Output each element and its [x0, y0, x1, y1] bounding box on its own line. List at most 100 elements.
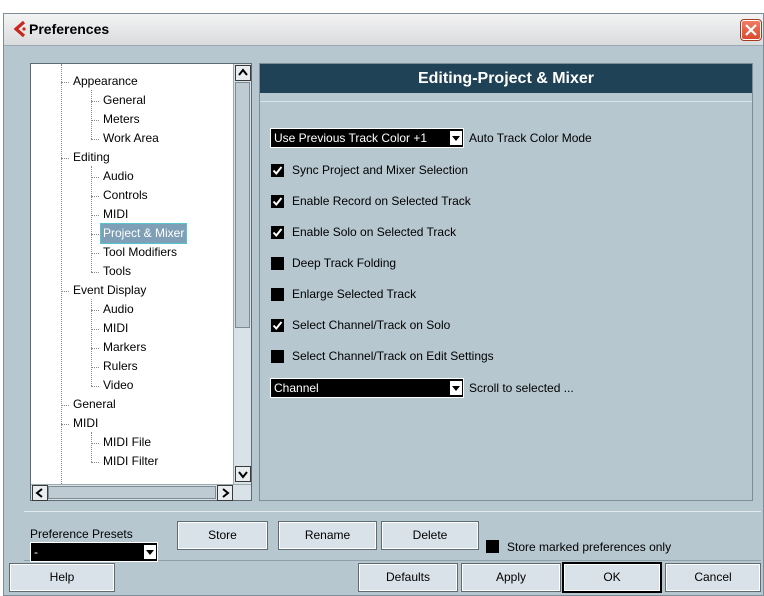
checkmark-icon — [272, 166, 283, 176]
tree-connector — [91, 139, 99, 140]
tree-item[interactable]: MIDI — [101, 319, 130, 338]
tree-item-label: Controls — [103, 188, 148, 202]
tree-connector — [91, 462, 99, 463]
scroll-right-button[interactable] — [217, 485, 233, 501]
ok-button[interactable]: OK — [562, 562, 662, 593]
tree-item-label: MIDI — [73, 416, 99, 430]
checkmark-icon — [272, 197, 283, 207]
tree-item[interactable]: MIDI Filter — [101, 452, 160, 471]
tree-connector — [91, 443, 99, 444]
preference-presets-label: Preference Presets — [30, 527, 133, 541]
checkbox-unchecked-icon — [271, 350, 284, 363]
preference-presets-select[interactable]: - — [30, 542, 158, 562]
tree-connector — [61, 424, 69, 425]
preferences-window: Preferences Appearance General Meters Work … — [3, 13, 764, 596]
tree-item[interactable]: General — [71, 395, 118, 414]
panel-body: Use Previous Track Color +1 Auto Track C… — [260, 101, 752, 500]
tree-connector — [91, 348, 99, 349]
tree-item-label: General — [73, 397, 116, 411]
tree-item-label: Tools — [103, 264, 132, 278]
tree-guide — [91, 432, 92, 462]
track-color-mode-value: Use Previous Track Color +1 — [274, 131, 428, 145]
checkmark-icon — [272, 228, 283, 238]
vertical-scroll-thumb[interactable] — [235, 82, 250, 328]
chevron-down-icon — [450, 381, 462, 395]
option-label: Sync Project and Mixer Selection — [292, 163, 469, 177]
tree-item-label: Rulers — [103, 359, 138, 373]
rename-button[interactable]: Rename — [278, 521, 377, 550]
option-label: Enable Solo on Selected Track — [292, 225, 457, 239]
tree-item-label: MIDI File — [103, 435, 151, 449]
vertical-scrollbar[interactable] — [233, 64, 251, 484]
tree-item-label: MIDI — [103, 321, 129, 335]
cubase-logo-icon — [12, 20, 28, 38]
tree-item[interactable]: Audio — [101, 300, 136, 319]
tree-item[interactable]: MIDI — [71, 414, 100, 433]
tree-item-label: General — [103, 93, 146, 107]
scroll-to-selected-value: Channel — [274, 381, 319, 395]
tree-guide — [91, 166, 92, 272]
tree-item[interactable]: Tools — [101, 262, 133, 281]
store-marked-only-label: Store marked preferences only — [507, 540, 672, 554]
tree-item[interactable]: MIDI — [101, 205, 130, 224]
tree-item[interactable]: Meters — [101, 110, 142, 129]
scroll-down-button[interactable] — [235, 466, 251, 482]
tree-item[interactable]: Markers — [101, 338, 148, 357]
scroll-to-selected-select[interactable]: Channel — [270, 378, 464, 398]
option-label: Select Channel/Track on Solo — [292, 318, 451, 332]
settings-panel: Editing-Project & Mixer Use Previous Tra… — [259, 63, 753, 501]
defaults-button[interactable]: Defaults — [358, 563, 458, 592]
tree-item[interactable]: Work Area — [101, 129, 161, 148]
tree-item[interactable]: Editing — [71, 148, 112, 167]
tree-item[interactable]: Controls — [101, 186, 150, 205]
tree-connector — [91, 215, 99, 216]
preferences-tree[interactable]: Appearance General Meters Work Area Editing A… — [30, 63, 252, 501]
delete-button[interactable]: Delete — [381, 521, 479, 550]
checkbox-unchecked-icon — [271, 288, 284, 301]
horizontal-scrollbar[interactable] — [31, 484, 251, 501]
track-color-mode-select[interactable]: Use Previous Track Color +1 — [270, 128, 464, 148]
scroll-left-button[interactable] — [32, 485, 48, 501]
arrow-down-icon — [238, 471, 248, 479]
tree-item[interactable]: MIDI File — [101, 433, 153, 452]
apply-button[interactable]: Apply — [461, 563, 561, 592]
tree-item[interactable]: Event Display — [71, 281, 148, 300]
tree-item[interactable]: Tool Modifiers — [101, 243, 179, 262]
tree-item-label: Audio — [103, 302, 134, 316]
option-label: Deep Track Folding — [292, 256, 397, 270]
tree-item[interactable]: Rulers — [101, 357, 140, 376]
cancel-button[interactable]: Cancel — [665, 563, 761, 592]
help-button[interactable]: Help — [9, 563, 115, 592]
tree-item-label: Work Area — [103, 131, 159, 145]
tree-item[interactable]: Appearance — [71, 72, 140, 91]
checkbox-unchecked-icon — [486, 540, 499, 553]
tree-item-label: Markers — [103, 340, 147, 354]
tree-list: Appearance General Meters Work Area Editing A… — [31, 64, 233, 484]
tree-connector — [91, 329, 99, 330]
scroll-up-button[interactable] — [235, 65, 251, 81]
tree-item[interactable]: Project & Mixer — [99, 223, 188, 244]
arrow-left-icon — [35, 488, 43, 498]
tree-connector — [91, 177, 99, 178]
chevron-down-icon — [144, 545, 156, 559]
tree-guide — [91, 299, 92, 386]
tree-item-label: Appearance — [73, 74, 138, 88]
checkbox-unchecked-icon — [271, 257, 284, 270]
tree-item[interactable]: Video — [101, 376, 135, 395]
tree-connector — [61, 405, 69, 406]
tree-item-label: Video — [103, 378, 134, 392]
scroll-to-selected-label: Scroll to selected ... — [469, 381, 574, 395]
horizontal-scroll-thumb[interactable] — [48, 486, 216, 499]
store-button[interactable]: Store — [177, 521, 268, 550]
chevron-down-icon — [450, 131, 462, 145]
checkmark-icon — [272, 321, 283, 331]
tree-connector — [61, 291, 69, 292]
tree-connector — [91, 367, 99, 368]
tree-item[interactable]: General — [101, 91, 148, 110]
title-bar[interactable]: Preferences — [4, 14, 763, 46]
tree-guide — [61, 64, 62, 484]
close-icon — [745, 24, 757, 36]
tree-connector — [91, 120, 99, 121]
tree-item[interactable]: Audio — [101, 167, 136, 186]
close-button[interactable] — [740, 19, 762, 41]
